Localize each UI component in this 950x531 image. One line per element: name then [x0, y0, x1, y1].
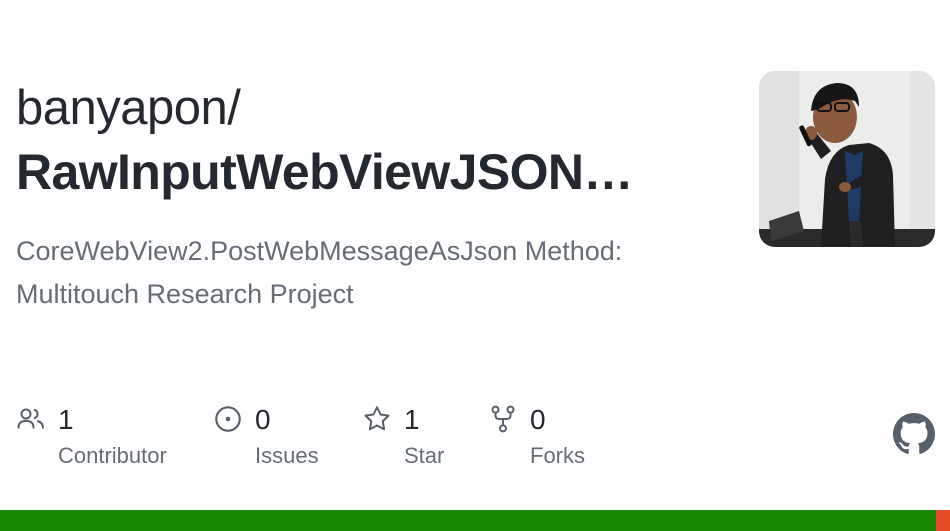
issues-count: 0	[255, 404, 271, 435]
contributor-count: 1	[58, 404, 74, 435]
github-logo-icon[interactable]	[893, 413, 935, 455]
language-bar-segment	[935, 510, 950, 531]
star-count: 1	[404, 404, 420, 435]
stat-forks[interactable]: 0 Forks	[488, 404, 618, 474]
repo-name[interactable]: RawInputWebViewJSON…	[16, 143, 678, 201]
forks-label: Forks	[530, 443, 585, 468]
stat-stars[interactable]: 1 Star	[362, 404, 482, 474]
language-bar	[0, 510, 950, 531]
forks-count: 0	[530, 404, 546, 435]
repo-owner[interactable]: banyapon/	[16, 80, 241, 136]
repo-description: CoreWebView2.PostWebMessageAsJson Method…	[16, 236, 623, 309]
issue-circle-icon	[215, 406, 241, 432]
language-bar-segment	[0, 510, 936, 531]
fork-icon	[491, 405, 515, 433]
contributor-label: Contributor	[58, 443, 167, 468]
issues-label: Issues	[255, 443, 319, 468]
people-icon	[17, 408, 44, 429]
star-icon	[364, 406, 390, 431]
star-label: Star	[404, 443, 445, 468]
avatar	[759, 71, 935, 247]
stat-issues[interactable]: 0 Issues	[213, 404, 353, 474]
stat-contributors[interactable]: 1 Contributor	[16, 404, 196, 474]
